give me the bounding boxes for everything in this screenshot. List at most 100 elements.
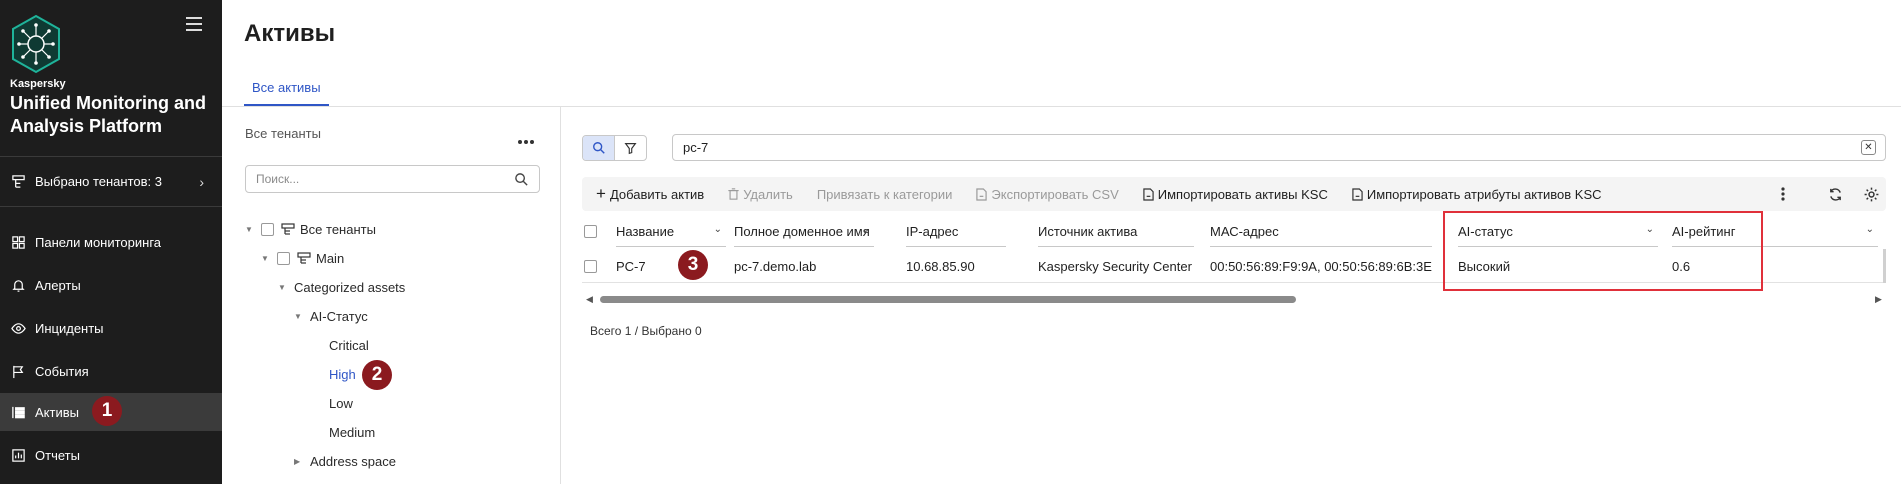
select-all-cell	[584, 215, 604, 247]
chevron-down-icon[interactable]: ⌄	[1866, 224, 1874, 235]
column-label: Название	[616, 223, 675, 239]
nav-item-reports[interactable]: Отчеты	[0, 436, 222, 474]
expand-caret-icon[interactable]: ▼	[278, 283, 288, 292]
expand-caret-icon[interactable]: ▼	[245, 225, 255, 234]
brand-vendor: Kaspersky	[10, 78, 66, 90]
nav-item-label: Отчеты	[35, 447, 80, 463]
nav-item-label: Инциденты	[35, 320, 104, 336]
divider	[0, 206, 222, 207]
tree-checkbox[interactable]	[261, 222, 274, 236]
nav-item-dashboards[interactable]: Панели мониторинга	[0, 223, 222, 261]
divider	[0, 156, 222, 157]
column-header-name[interactable]: Название ⌄	[616, 215, 726, 247]
tree-node-ai-status[interactable]: ▼ AI-Статус	[294, 305, 368, 327]
column-header-ip[interactable]: IP-адрес	[906, 215, 1006, 247]
cell-ai-status: Высокий	[1458, 258, 1511, 274]
scroll-right-arrow-icon[interactable]: ▶	[1875, 294, 1882, 305]
import-ksc-assets-button[interactable]: Импортировать активы KSC	[1143, 187, 1328, 202]
page-title: Активы	[244, 20, 336, 47]
column-label: IP-адрес	[906, 223, 959, 239]
eye-icon	[10, 320, 26, 336]
column-header-fqdn[interactable]: Полное доменное имя ⌄	[734, 215, 874, 247]
nav-item-events[interactable]: События	[0, 352, 222, 390]
export-csv-button[interactable]: Экспортировать CSV	[976, 187, 1119, 202]
refresh-icon[interactable]	[1826, 185, 1844, 203]
trash-icon	[728, 188, 739, 200]
nav-item-label: Алерты	[35, 277, 81, 293]
cell-name[interactable]: PC-7	[616, 249, 646, 283]
chevron-down-icon[interactable]: ⌄	[714, 224, 722, 235]
expand-caret-icon[interactable]: ▶	[294, 457, 304, 466]
clear-search-icon[interactable]: ✕	[1861, 140, 1876, 155]
tree-node-label: High	[329, 366, 356, 382]
chevron-down-icon[interactable]: ⌄	[1646, 224, 1654, 235]
nav-item-alerts[interactable]: Алерты	[0, 266, 222, 304]
select-all-checkbox[interactable]	[584, 224, 597, 238]
tree-node-high[interactable]: High	[329, 363, 356, 385]
table-totals: Всего 1 / Выбрано 0	[590, 324, 702, 338]
nav-item-label: Активы	[35, 404, 79, 420]
tree-node-label: Categorized assets	[294, 279, 406, 295]
filter-mode-button[interactable]	[615, 136, 646, 160]
menu-icon[interactable]	[186, 17, 202, 31]
column-header-mac[interactable]: МАС-адрес	[1210, 215, 1432, 247]
tree-checkbox[interactable]	[277, 251, 290, 265]
search-filter-toggle[interactable]	[582, 135, 647, 161]
import-ksc-attributes-button[interactable]: Импортировать атрибуты активов KSC	[1352, 187, 1602, 202]
dashboard-icon	[10, 234, 26, 250]
nav-item-incidents[interactable]: Инциденты	[0, 309, 222, 347]
table-row[interactable]: PC-7 pc-7.demo.lab 10.68.85.90 Kaspersky…	[582, 249, 1886, 283]
column-header-source[interactable]: Источник актива	[1038, 215, 1194, 247]
tenant-selector[interactable]: Выбрано тенантов: 3 ›	[0, 166, 222, 196]
delete-button[interactable]: Удалить	[728, 187, 793, 202]
column-header-ai-rating[interactable]: AI-рейтинг ⌄	[1672, 215, 1878, 247]
tree-node-low[interactable]: Low	[329, 392, 353, 414]
plus-icon: +	[596, 184, 606, 203]
tree-node-categorized-assets[interactable]: ▼ Categorized assets	[278, 276, 405, 298]
vertical-scrollbar[interactable]	[1883, 249, 1886, 283]
scroll-left-arrow-icon[interactable]: ◀	[586, 294, 593, 305]
asset-search-input[interactable]	[672, 134, 1886, 161]
search-icon[interactable]	[514, 172, 529, 187]
bell-icon	[10, 277, 26, 293]
report-icon	[10, 447, 26, 463]
tab-all-assets[interactable]: Все активы	[244, 70, 329, 106]
tree-node-critical[interactable]: Critical	[329, 334, 369, 356]
settings-gear-icon[interactable]	[1862, 185, 1880, 203]
cell-ai-rating: 0.6	[1672, 258, 1691, 274]
column-label: МАС-адрес	[1210, 223, 1279, 239]
add-asset-button[interactable]: + Добавить актив	[596, 184, 704, 204]
cell-source: Kaspersky Security Center	[1038, 258, 1192, 274]
tenant-icon	[281, 223, 295, 235]
kaspersky-logo-icon[interactable]	[10, 14, 62, 74]
column-label: Полное доменное имя	[734, 223, 870, 239]
link-category-button[interactable]: Привязать к категории	[817, 187, 953, 202]
more-vertical-icon[interactable]	[1774, 185, 1792, 203]
tree-node-address-space[interactable]: ▶ Address space	[294, 450, 396, 472]
row-checkbox-cell	[584, 249, 604, 283]
expand-caret-icon[interactable]: ▼	[294, 312, 304, 321]
tenant-selector-label: Выбрано тенантов: 3	[35, 173, 162, 189]
row-checkbox[interactable]	[584, 259, 597, 273]
more-options-icon[interactable]	[518, 131, 538, 144]
expand-caret-icon[interactable]: ▼	[261, 254, 271, 263]
chevron-right-icon: ›	[199, 174, 204, 190]
step-badge-2: 2	[362, 360, 392, 390]
horizontal-scrollbar-thumb[interactable]	[600, 296, 1296, 303]
search-mode-button[interactable]	[583, 136, 615, 160]
nav-item-label: События	[35, 363, 89, 379]
tenant-icon	[10, 173, 26, 189]
tree-node-main[interactable]: ▼ Main	[261, 247, 344, 269]
tenant-icon	[297, 252, 311, 264]
tree-node-all-tenants[interactable]: ▼ Все тенанты	[245, 218, 376, 240]
delete-label: Удалить	[743, 186, 793, 202]
tree-search-input[interactable]	[245, 165, 540, 193]
step-badge-3: 3	[678, 250, 708, 280]
column-label: AI-статус	[1458, 223, 1513, 239]
tree-node-label: Address space	[310, 453, 396, 469]
step-badge-1: 1	[92, 396, 122, 426]
tree-node-medium[interactable]: Medium	[329, 421, 375, 443]
cell-ip: 10.68.85.90	[906, 258, 975, 274]
column-header-ai-status[interactable]: AI-статус ⌄	[1458, 215, 1658, 247]
chevron-down-icon[interactable]: ⌄	[862, 224, 870, 235]
